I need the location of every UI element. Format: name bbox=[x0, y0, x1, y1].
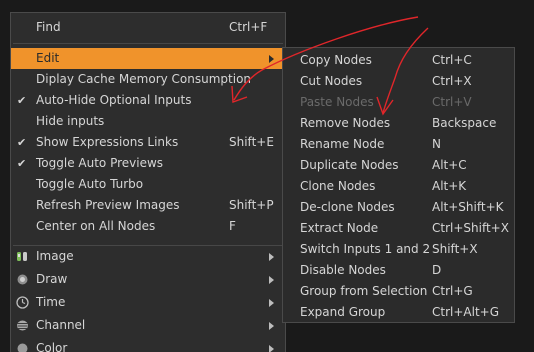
node-graph-context-menu: Find Ctrl+F Edit Diplay Cache Memory Con… bbox=[10, 12, 286, 352]
menu-category-label: Draw bbox=[36, 269, 67, 290]
menu-item-center-on-all-nodes[interactable]: Center on All Nodes F bbox=[11, 216, 285, 237]
menu-item-label: Find bbox=[36, 17, 61, 38]
submenu-item-label: De-clone Nodes bbox=[300, 197, 395, 218]
menu-item-diplay-cache-memory-consumption[interactable]: Diplay Cache Memory Consumption bbox=[11, 69, 285, 90]
checkmark-icon: ✔ bbox=[17, 132, 26, 153]
submenu-item-expand-group[interactable]: Expand Group Ctrl+Alt+G bbox=[283, 302, 514, 323]
submenu-item-shortcut: Ctrl+Alt+G bbox=[432, 302, 499, 323]
submenu-item-shortcut: Backspace bbox=[432, 113, 496, 134]
submenu-item-rename-node[interactable]: Rename Node N bbox=[283, 134, 514, 155]
submenu-arrow-icon bbox=[269, 253, 274, 261]
edit-submenu: Copy NodesCtrl+CCut NodesCtrl+XPaste Nod… bbox=[282, 47, 515, 323]
submenu-item-label: Duplicate Nodes bbox=[300, 155, 399, 176]
menu-category-label: Channel bbox=[36, 315, 85, 336]
submenu-item-label: Copy Nodes bbox=[300, 50, 372, 71]
submenu-item-extract-node[interactable]: Extract Node Ctrl+Shift+X bbox=[283, 218, 514, 239]
submenu-item-disable-nodes[interactable]: Disable Nodes D bbox=[283, 260, 514, 281]
submenu-item-label: Rename Node bbox=[300, 134, 384, 155]
submenu-arrow-icon bbox=[269, 55, 274, 63]
menu-item-label: Center on All Nodes bbox=[36, 216, 155, 237]
menu-category-channel[interactable]: Channel bbox=[11, 315, 285, 336]
menu-item-shortcut: F bbox=[229, 216, 236, 237]
submenu-item-paste-nodes: Paste Nodes Ctrl+V bbox=[283, 92, 514, 113]
submenu-item-cut-nodes[interactable]: Cut Nodes Ctrl+X bbox=[283, 71, 514, 92]
submenu-item-shortcut: Ctrl+V bbox=[432, 92, 472, 113]
submenu-item-shortcut: Ctrl+C bbox=[432, 50, 472, 71]
submenu-item-shortcut: N bbox=[432, 134, 441, 155]
color-icon bbox=[16, 342, 29, 352]
menu-item-label: Toggle Auto Turbo bbox=[36, 174, 143, 195]
submenu-item-remove-nodes[interactable]: Remove Nodes Backspace bbox=[283, 113, 514, 134]
draw-icon bbox=[16, 273, 29, 286]
submenu-item-label: Remove Nodes bbox=[300, 113, 390, 134]
menu-item-label: Diplay Cache Memory Consumption bbox=[36, 69, 251, 90]
submenu-item-shortcut: Ctrl+X bbox=[432, 71, 472, 92]
menu-item-label: Auto-Hide Optional Inputs bbox=[36, 90, 191, 111]
submenu-item-shortcut: Ctrl+Shift+X bbox=[432, 218, 509, 239]
menu-category-draw[interactable]: Draw bbox=[11, 269, 285, 290]
menu-item-toggle-auto-turbo[interactable]: Toggle Auto Turbo bbox=[11, 174, 285, 195]
submenu-item-duplicate-nodes[interactable]: Duplicate Nodes Alt+C bbox=[283, 155, 514, 176]
image-icon bbox=[16, 250, 29, 263]
menu-item-shortcut: Shift+P bbox=[229, 195, 274, 216]
submenu-item-shortcut: Alt+C bbox=[432, 155, 467, 176]
menu-item-show-expressions-links[interactable]: ✔ Show Expressions Links Shift+E bbox=[11, 132, 285, 153]
menu-item-shortcut: Shift+E bbox=[229, 132, 274, 153]
submenu-arrow-icon bbox=[269, 345, 274, 352]
time-icon bbox=[16, 296, 29, 309]
submenu-item-de-clone-nodes[interactable]: De-clone Nodes Alt+Shift+K bbox=[283, 197, 514, 218]
menu-separator bbox=[13, 43, 283, 44]
submenu-item-label: Clone Nodes bbox=[300, 176, 375, 197]
submenu-arrow-icon bbox=[269, 322, 274, 330]
submenu-item-label: Group from Selection bbox=[300, 281, 427, 302]
menu-item-label: Toggle Auto Previews bbox=[36, 153, 163, 174]
submenu-item-label: Disable Nodes bbox=[300, 260, 386, 281]
menu-category-label: Image bbox=[36, 246, 74, 267]
submenu-item-shortcut: Alt+K bbox=[432, 176, 466, 197]
menu-item-label: Hide inputs bbox=[36, 111, 104, 132]
menu-category-label: Color bbox=[36, 338, 67, 352]
menu-category-time[interactable]: Time bbox=[11, 292, 285, 313]
submenu-item-label: Cut Nodes bbox=[300, 71, 362, 92]
menu-item-auto-hide-optional-inputs[interactable]: ✔ Auto-Hide Optional Inputs bbox=[11, 90, 285, 111]
submenu-item-label: Switch Inputs 1 and 2 bbox=[300, 239, 430, 260]
menu-item-toggle-auto-previews[interactable]: ✔ Toggle Auto Previews bbox=[11, 153, 285, 174]
submenu-item-group-from-selection[interactable]: Group from SelectionCtrl+G bbox=[283, 281, 514, 302]
submenu-item-shortcut: D bbox=[432, 260, 441, 281]
menu-item-find[interactable]: Find Ctrl+F bbox=[11, 17, 285, 38]
menu-item-label: Edit bbox=[36, 48, 59, 69]
submenu-item-label: Expand Group bbox=[300, 302, 385, 323]
submenu-item-label: Paste Nodes bbox=[300, 92, 374, 113]
submenu-arrow-icon bbox=[269, 299, 274, 307]
menu-item-refresh-preview-images[interactable]: Refresh Preview Images Shift+P bbox=[11, 195, 285, 216]
checkmark-icon: ✔ bbox=[17, 90, 26, 111]
menu-category-label: Time bbox=[36, 292, 65, 313]
submenu-item-label: Extract Node bbox=[300, 218, 378, 239]
menu-item-shortcut: Ctrl+F bbox=[229, 17, 267, 38]
checkmark-icon: ✔ bbox=[17, 153, 26, 174]
submenu-item-shortcut: Alt+Shift+K bbox=[432, 197, 504, 218]
channel-icon bbox=[16, 319, 29, 332]
submenu-item-clone-nodes[interactable]: Clone Nodes Alt+K bbox=[283, 176, 514, 197]
menu-category-color[interactable]: Color bbox=[11, 338, 285, 352]
submenu-item-switch-inputs-1-and-2[interactable]: Switch Inputs 1 and 2Shift+X bbox=[283, 239, 514, 260]
menu-item-label: Show Expressions Links bbox=[36, 132, 178, 153]
menu-item-edit[interactable]: Edit bbox=[11, 48, 285, 69]
submenu-arrow-icon bbox=[269, 276, 274, 284]
submenu-item-shortcut: Ctrl+G bbox=[432, 281, 473, 302]
submenu-item-shortcut: Shift+X bbox=[432, 239, 478, 260]
menu-item-hide-inputs[interactable]: Hide inputs bbox=[11, 111, 285, 132]
submenu-item-copy-nodes[interactable]: Copy Nodes Ctrl+C bbox=[283, 50, 514, 71]
menu-category-image[interactable]: Image bbox=[11, 246, 285, 267]
menu-item-label: Refresh Preview Images bbox=[36, 195, 180, 216]
